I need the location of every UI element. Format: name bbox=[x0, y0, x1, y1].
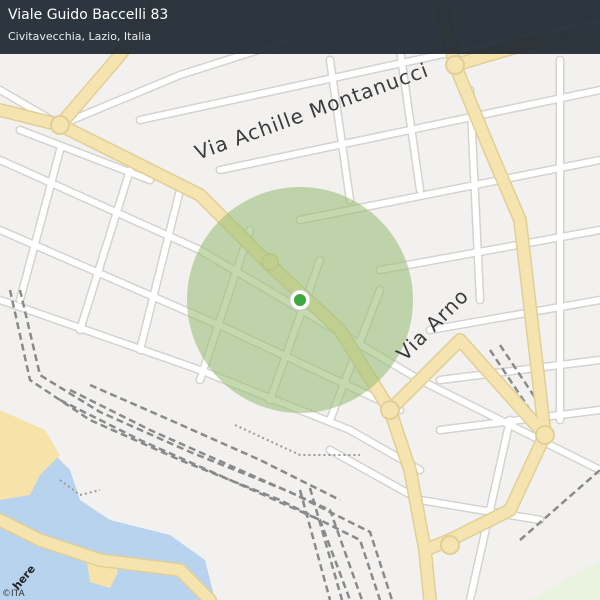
location-header: Viale Guido Baccelli 83 Civitavecchia, L… bbox=[0, 0, 600, 54]
location-marker[interactable] bbox=[289, 289, 311, 311]
address-subtitle: Civitavecchia, Lazio, Italia bbox=[8, 30, 152, 43]
address-title: Viale Guido Baccelli 83 bbox=[8, 7, 169, 23]
map-canvas[interactable]: Via Achille Montanucci Via Arno bbox=[0, 0, 600, 600]
map-copyright: ©ITA bbox=[2, 589, 25, 599]
